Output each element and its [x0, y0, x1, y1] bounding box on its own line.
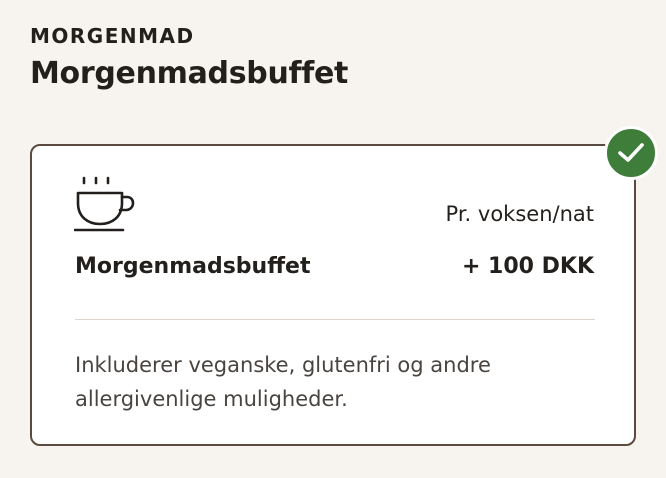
coffee-cup-icon [74, 176, 135, 232]
option-price: + 100 DKK [461, 254, 594, 279]
section-eyebrow: MORGENMAD [30, 24, 195, 48]
card-divider [75, 319, 595, 320]
section-title: Morgenmadsbuffet [30, 56, 349, 91]
selected-badge [604, 126, 658, 180]
checkmark-icon [618, 143, 644, 162]
price-unit-label: Pr. voksen/nat [445, 202, 594, 226]
option-description: Inkluderer veganske, glutenfri og andre … [75, 353, 491, 411]
option-name: Morgenmadsbuffet [75, 254, 311, 279]
